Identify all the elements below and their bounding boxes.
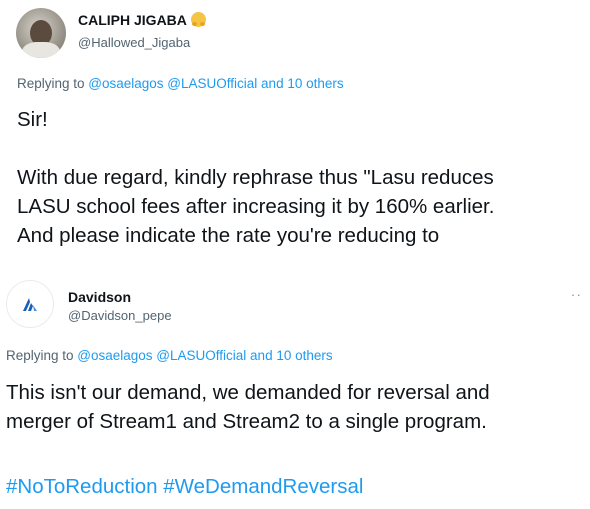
tweet-line: LASU school fees after increasing it by … xyxy=(17,195,495,218)
author-handle[interactable]: @Hallowed_Jigaba xyxy=(78,35,190,50)
replying-to-others[interactable]: and 10 others xyxy=(246,348,333,363)
tweet-body: Sir! With due regard, kindly rephrase th… xyxy=(17,105,494,250)
avatar[interactable] xyxy=(16,8,66,58)
replying-to-users[interactable]: @osaelagos @LASUOfficial xyxy=(88,76,257,91)
more-options-icon[interactable]: ·· xyxy=(571,286,582,302)
logo-icon xyxy=(23,298,37,311)
replying-to-prefix: Replying to xyxy=(17,76,89,91)
replying-to-users[interactable]: @osaelagos @LASUOfficial xyxy=(77,348,246,363)
author-handle[interactable]: @Davidson_pepe xyxy=(68,308,172,323)
tweet-caliph-jigaba[interactable]: CALIPH JIGABA @Hallowed_Jigaba Replying … xyxy=(0,0,590,265)
tweet-davidson[interactable]: Davidson @Davidson_pepe ·· Replying to @… xyxy=(0,268,590,509)
avatar-shirt xyxy=(22,42,60,58)
author-name-row[interactable]: CALIPH JIGABA xyxy=(78,12,206,28)
author-name[interactable]: Davidson xyxy=(68,289,131,305)
hashtags[interactable]: #NoToReduction #WeDemandReversal xyxy=(6,475,363,499)
author-name[interactable]: CALIPH JIGABA xyxy=(78,12,187,28)
tweet-line: And please indicate the rate you're redu… xyxy=(17,224,440,247)
hugging-face-icon xyxy=(190,12,206,27)
tweet-line: Sir! xyxy=(17,108,48,131)
avatar[interactable] xyxy=(6,280,54,328)
replying-to-prefix: Replying to xyxy=(6,348,78,363)
replying-to-others[interactable]: and 10 others xyxy=(257,76,344,91)
replying-to: Replying to @osaelagos @LASUOfficial and… xyxy=(6,348,333,363)
tweet-line: With due regard, kindly rephrase thus "L… xyxy=(17,166,494,189)
replying-to: Replying to @osaelagos @LASUOfficial and… xyxy=(17,76,344,91)
tweet-line xyxy=(17,134,494,163)
tweet-line: merger of Stream1 and Stream2 to a singl… xyxy=(6,410,487,433)
tweet-body: This isn't our demand, we demanded for r… xyxy=(6,378,490,436)
tweet-line: This isn't our demand, we demanded for r… xyxy=(6,381,490,404)
